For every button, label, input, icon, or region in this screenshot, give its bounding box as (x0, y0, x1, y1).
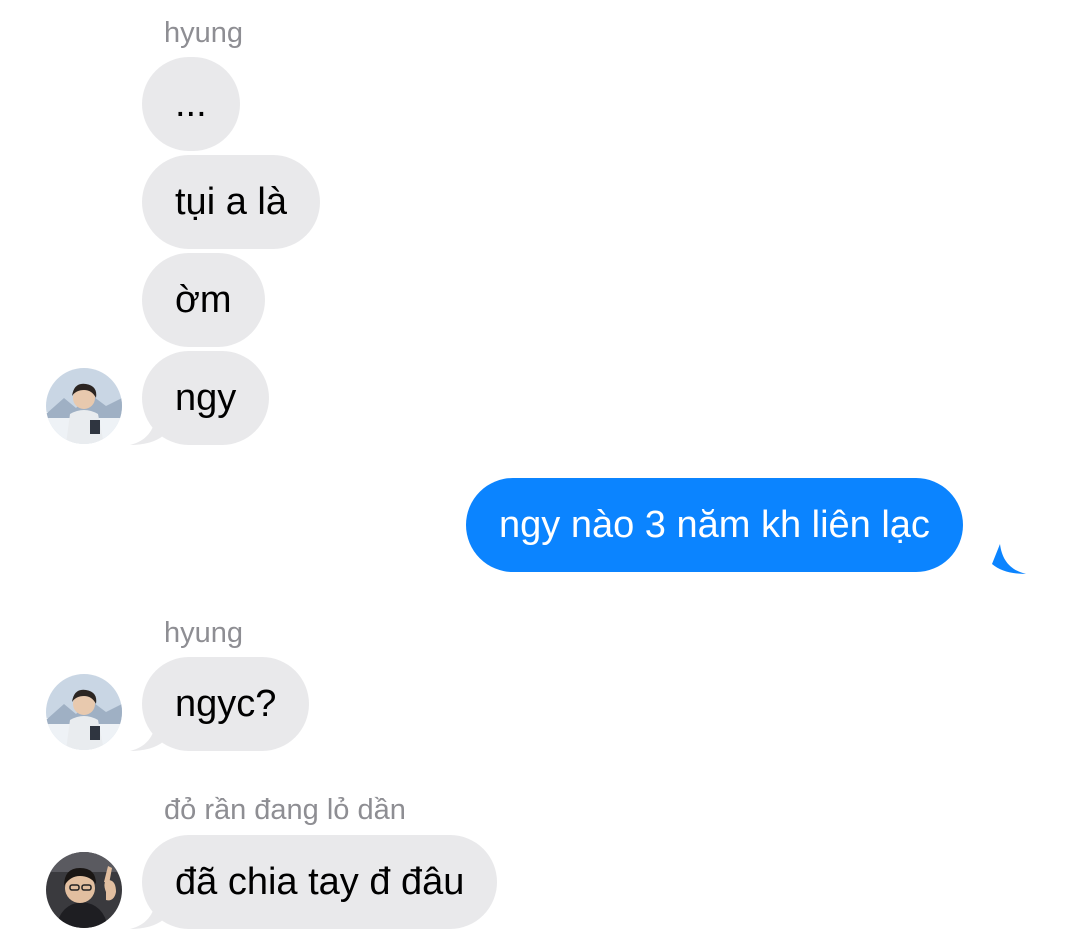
person-in-snow-avatar[interactable] (46, 674, 122, 750)
incoming-message-bubble[interactable]: ... (142, 57, 240, 151)
incoming-bubble-tail (130, 899, 164, 929)
incoming-message-bubble[interactable]: ngyc? (142, 657, 310, 751)
incoming-message-bubble[interactable]: ờm (142, 253, 265, 347)
person-in-snow-avatar[interactable] (46, 368, 122, 444)
sender-name-hyung: hyung (164, 17, 244, 49)
outgoing-bubble-tail (992, 544, 1026, 574)
incoming-bubble-tail (130, 415, 164, 445)
sender-name-second-person: đỏ rần đang lỏ dần (164, 794, 406, 826)
incoming-message-bubble[interactable]: tụi a là (142, 155, 320, 249)
person-waving-avatar[interactable] (46, 852, 122, 928)
outgoing-message-bubble[interactable]: ngy nào 3 năm kh liên lạc (466, 478, 963, 572)
incoming-bubble-tail (130, 721, 164, 751)
incoming-message-bubble[interactable]: đã chia tay đ đâu (142, 835, 498, 929)
sender-name-hyung: hyung (164, 617, 244, 649)
